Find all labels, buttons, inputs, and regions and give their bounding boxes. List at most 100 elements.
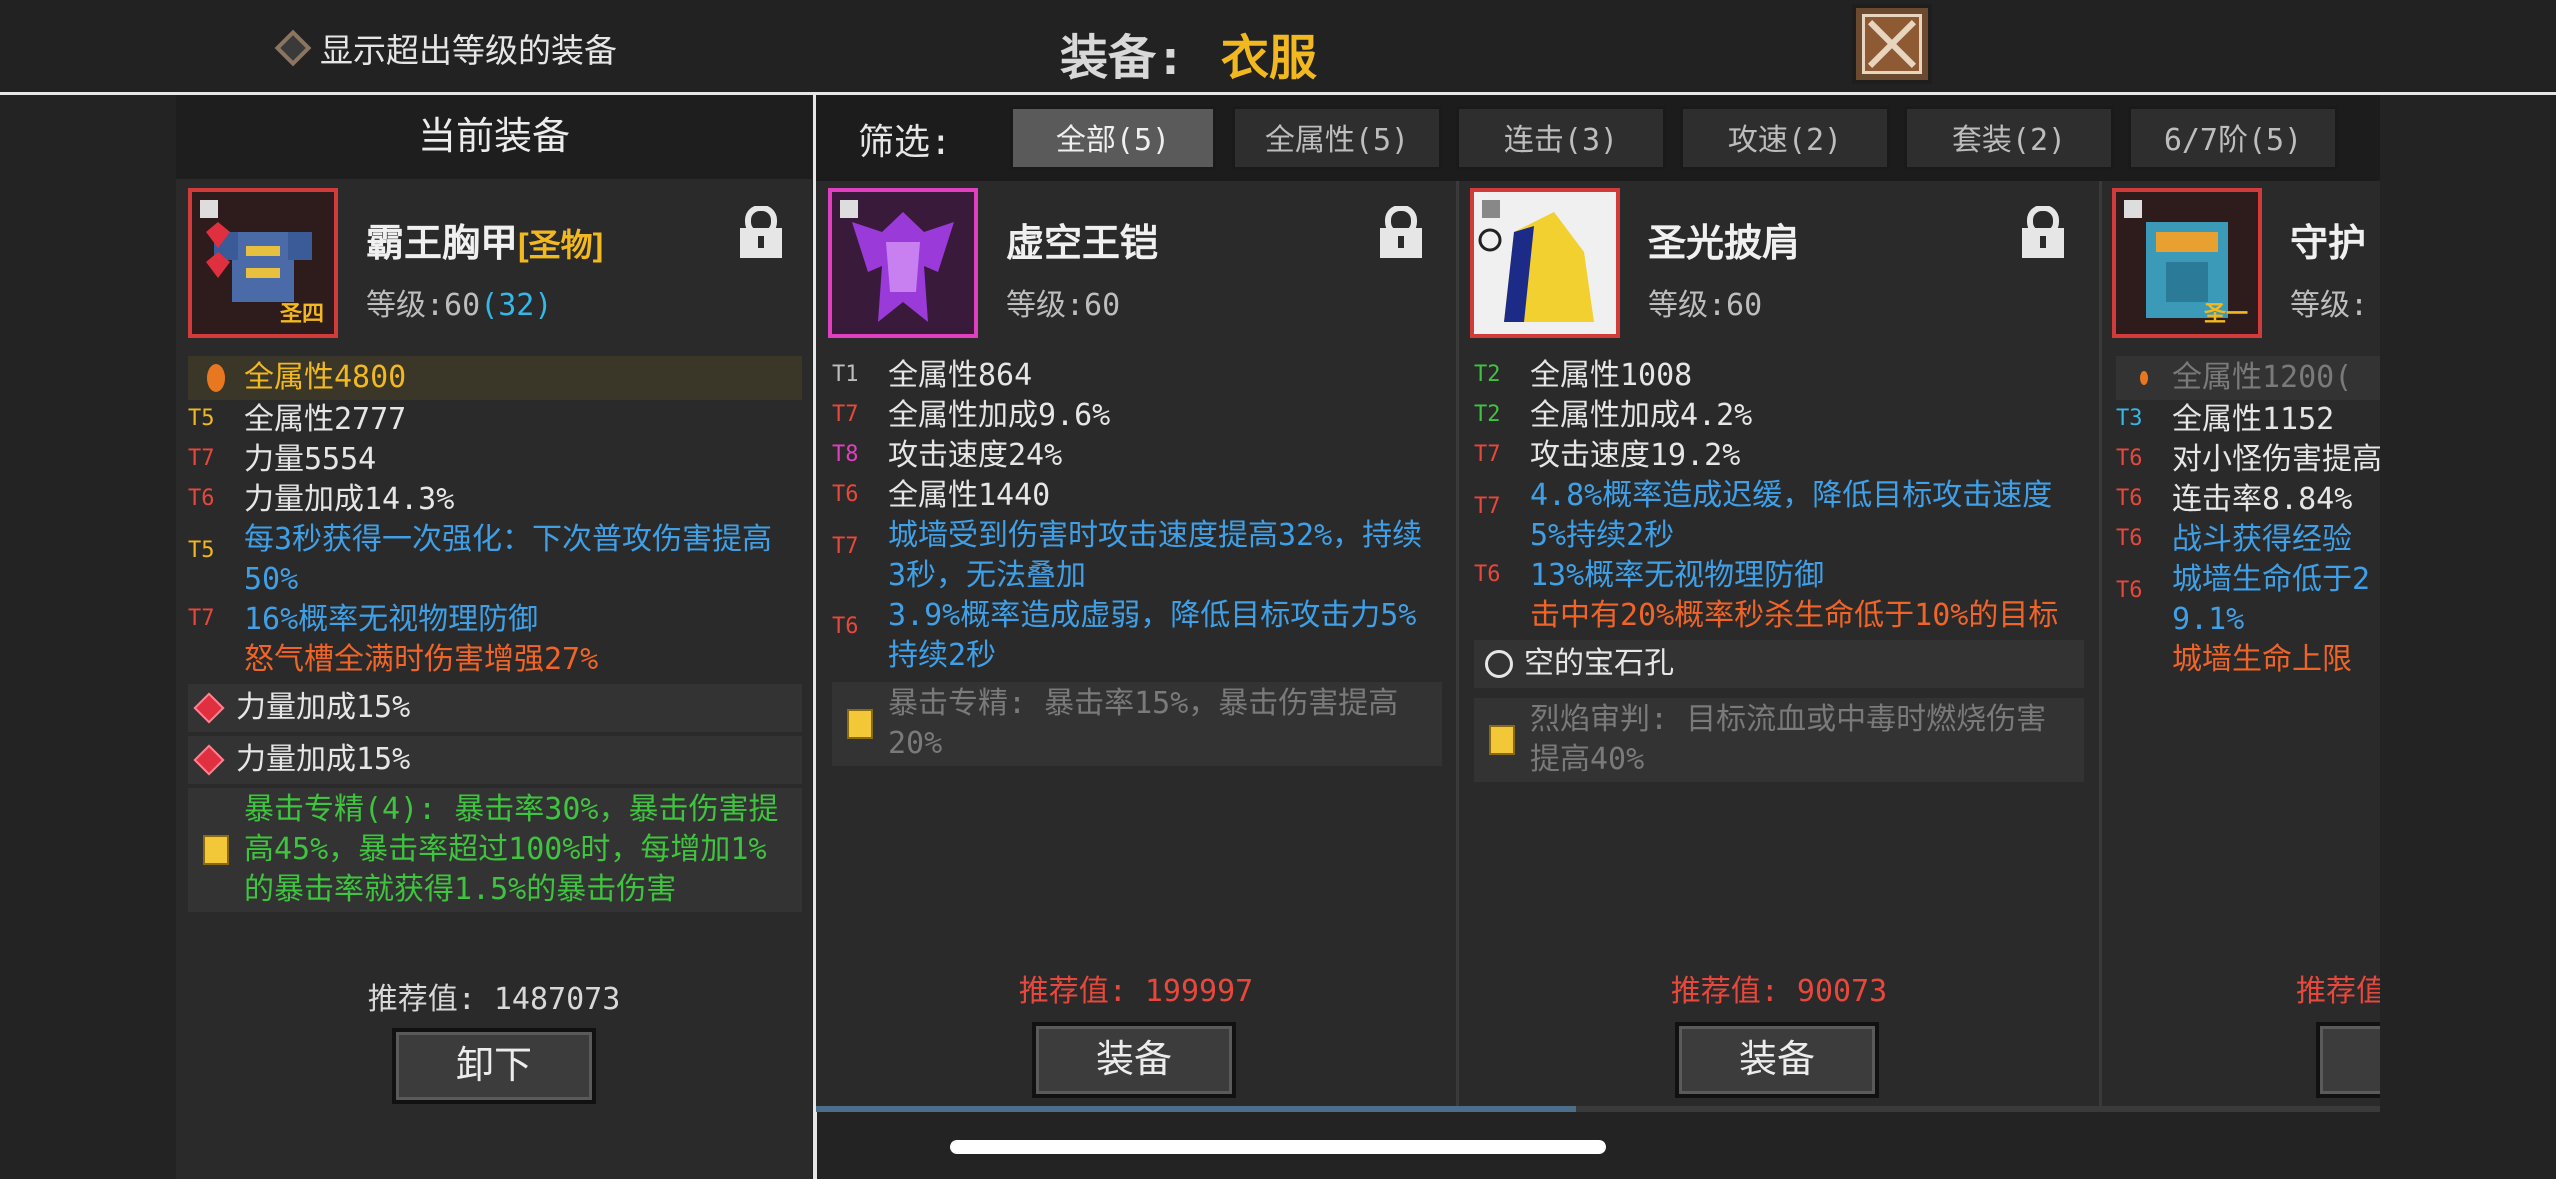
stat-tier: T6 <box>2116 578 2143 603</box>
stat-tier: T2 <box>1474 362 1501 387</box>
lock-icon[interactable] <box>1380 206 1422 258</box>
stat-row: T6 对小怪伤害提高 <box>2116 440 2380 480</box>
current-recommend-value: 推荐值: 1487073 <box>367 982 621 1017</box>
stat-text: 连击率8.84% <box>2172 482 2353 517</box>
stat-row: 怒气槽全满时伤害增强27% <box>188 640 802 680</box>
filter-tab-tier-6-7[interactable]: 6/7阶(5) <box>2128 106 2338 170</box>
filter-tab-all-attributes[interactable]: 全属性(5) <box>1232 106 1442 170</box>
stat-text: 怒气槽全满时伤害增强27% <box>244 642 599 677</box>
item-stats: T1 全属性864 T7 全属性加成9.6% T8 攻击速度24% T6 全属性1440… <box>832 356 1442 766</box>
filter-label: 筛选: <box>858 122 952 163</box>
item-stats: 全属性1200( T3 全属性1152 T6 对小怪伤害提高 T6 连击率8.84% … <box>2116 356 2380 680</box>
stat-row: T1 全属性864 <box>832 356 1442 396</box>
scrollbar-thumb[interactable] <box>816 1106 1576 1112</box>
stat-row: 击中有20%概率秒杀生命低于10%的目标 <box>1474 596 2084 636</box>
stat-row: T7 攻击速度19.2% <box>1474 436 2084 476</box>
stat-text: 城墙生命上限 <box>2172 642 2352 677</box>
close-button[interactable] <box>1852 4 1932 84</box>
stat-text: 全属性1152 <box>2172 402 2335 437</box>
lock-icon[interactable] <box>2022 206 2064 258</box>
stat-text: 全属性2777 <box>244 402 407 437</box>
item-grade-badge: 圣四 <box>279 302 324 327</box>
orange-gem-icon <box>188 364 244 392</box>
void-armor-icon <box>840 200 954 322</box>
filter-tab-attack-speed[interactable]: 攻速(2) <box>1680 106 1890 170</box>
gem-text: 力量加成15% <box>236 742 411 777</box>
stat-tier: T6 <box>2116 526 2143 551</box>
close-icon[interactable] <box>1862 14 1922 74</box>
title-value: 衣服 <box>1220 30 1317 86</box>
stat-row: T6 3.9%概率造成虚弱，降低目标攻击力5%持续2秒 <box>832 596 1442 676</box>
equip-button-partial[interactable] <box>2316 1022 2380 1098</box>
ruby-gem-icon <box>193 692 225 724</box>
filter-tab-combo[interactable]: 连击(3) <box>1456 106 1666 170</box>
stat-tier: T6 <box>2116 446 2143 471</box>
stat-row: T7 力量5554 <box>188 440 802 480</box>
stat-row: T2 全属性1008 <box>1474 356 2084 396</box>
stat-row: T6 连击率8.84% <box>2116 480 2380 520</box>
unequip-button[interactable]: 卸下 <box>392 1028 596 1104</box>
item-tag: [圣物] <box>518 227 604 263</box>
item-icon-void-armor[interactable] <box>828 188 978 338</box>
item-icon-chest-armor[interactable]: 圣四 <box>188 188 338 338</box>
stat-text: 全属性4800 <box>244 360 407 395</box>
current-equipment-heading: 当前装备 <box>176 95 812 179</box>
item-name: 虚空王铠 <box>1006 223 1159 265</box>
stat-text: 全属性1200( <box>2172 360 2353 395</box>
item-icon-guardian-armor[interactable]: 圣一 <box>2112 188 2262 338</box>
set-bonus-row: 烈焰审判: 目标流血或中毒时燃烧伤害提高40% <box>1474 698 2084 782</box>
set-bonus-text: 暴击专精(4): 暴击率30%，暴击伤害提高45%，暴击率超过100%时，每增加… <box>244 792 779 907</box>
item-name: 守护 <box>2290 223 2367 265</box>
item-level: 等级:60 <box>1648 288 1763 323</box>
stat-text: 城墙受到伤害时攻击速度提高32%，持续3秒，无法叠加 <box>888 518 1423 593</box>
stat-row: 全属性1200( <box>2116 356 2380 400</box>
stat-tier: T3 <box>2116 406 2143 431</box>
stat-text: 全属性加成4.2% <box>1530 398 1753 433</box>
equip-button[interactable]: 装备 <box>1675 1022 1879 1098</box>
item-card-partial: 圣一 守护 等级: 全属性1200( T3 全属性1152 T6 对小怪伤害提高 T… <box>2102 181 2380 1106</box>
stat-row: T6 力量加成14.3% <box>188 480 802 520</box>
stat-tier: T5 <box>188 538 215 563</box>
checkbox-diamond-icon[interactable] <box>274 29 312 67</box>
filter-tab-all[interactable]: 全部(5) <box>1010 106 1216 170</box>
stat-row: 城墙生命上限 <box>2116 640 2380 680</box>
toggle-label: 显示超出等级的装备 <box>320 31 617 70</box>
item-name: 圣光披肩 <box>1648 223 1801 265</box>
stat-tier: T7 <box>832 402 859 427</box>
lock-icon[interactable] <box>740 206 782 258</box>
stat-row: T7 4.8%概率造成迟缓，降低目标攻击速度5%持续2秒 <box>1474 476 2084 556</box>
stat-row: T7 全属性加成9.6% <box>832 396 1442 436</box>
item-recommend-value: 推荐值 <box>2296 974 2380 1009</box>
stat-tier: T5 <box>188 406 215 431</box>
stat-row: T6 城墙生命低于2 9.1% <box>2116 560 2380 640</box>
stat-text: 4.8%概率造成迟缓，降低目标攻击速度5%持续2秒 <box>1530 478 2053 553</box>
stat-row: T3 全属性1152 <box>2116 400 2380 440</box>
equip-button[interactable]: 装备 <box>1032 1022 1236 1098</box>
stat-text: 全属性1440 <box>888 478 1051 513</box>
book-icon <box>188 835 244 865</box>
item-recommend-value: 推荐值: 90073 <box>1670 974 1888 1009</box>
item-level-text: 等级:60 <box>366 288 481 323</box>
item-grade-badge: 圣一 <box>2203 302 2248 327</box>
stat-text: 13%概率无视物理防御 <box>1530 558 1825 593</box>
stat-row: T6 13%概率无视物理防御 <box>1474 556 2084 596</box>
show-over-level-toggle[interactable]: 显示超出等级的装备 <box>274 24 617 72</box>
filter-tab-set[interactable]: 套装(2) <box>1904 106 2114 170</box>
home-indicator[interactable] <box>950 1140 1606 1154</box>
stat-row: T7 城墙受到伤害时攻击速度提高32%，持续3秒，无法叠加 <box>832 516 1442 596</box>
item-icon-holy-cape[interactable] <box>1470 188 1620 338</box>
item-level: 等级: <box>2290 288 2369 323</box>
stat-tier: T7 <box>188 606 215 631</box>
set-bonus-text: 烈焰审判: 目标流血或中毒时燃烧伤害提高40% <box>1530 702 2047 777</box>
stat-tier: T7 <box>1474 442 1501 467</box>
stat-row: T6 战斗获得经验 <box>2116 520 2380 560</box>
set-bonus-row: 暴击专精(4): 暴击率30%，暴击伤害提高45%，暴击率超过100%时，每增加… <box>188 788 802 912</box>
ruby-gem-icon <box>193 744 225 776</box>
stat-text: 全属性1008 <box>1530 358 1693 393</box>
gem-row: 力量加成15% <box>188 684 802 732</box>
stat-row: T7 16%概率无视物理防御 <box>188 600 802 640</box>
stat-tier: T6 <box>2116 486 2143 511</box>
stat-tier: T6 <box>832 482 859 507</box>
stat-tier: T7 <box>1474 494 1501 519</box>
stat-row: T6 全属性1440 <box>832 476 1442 516</box>
